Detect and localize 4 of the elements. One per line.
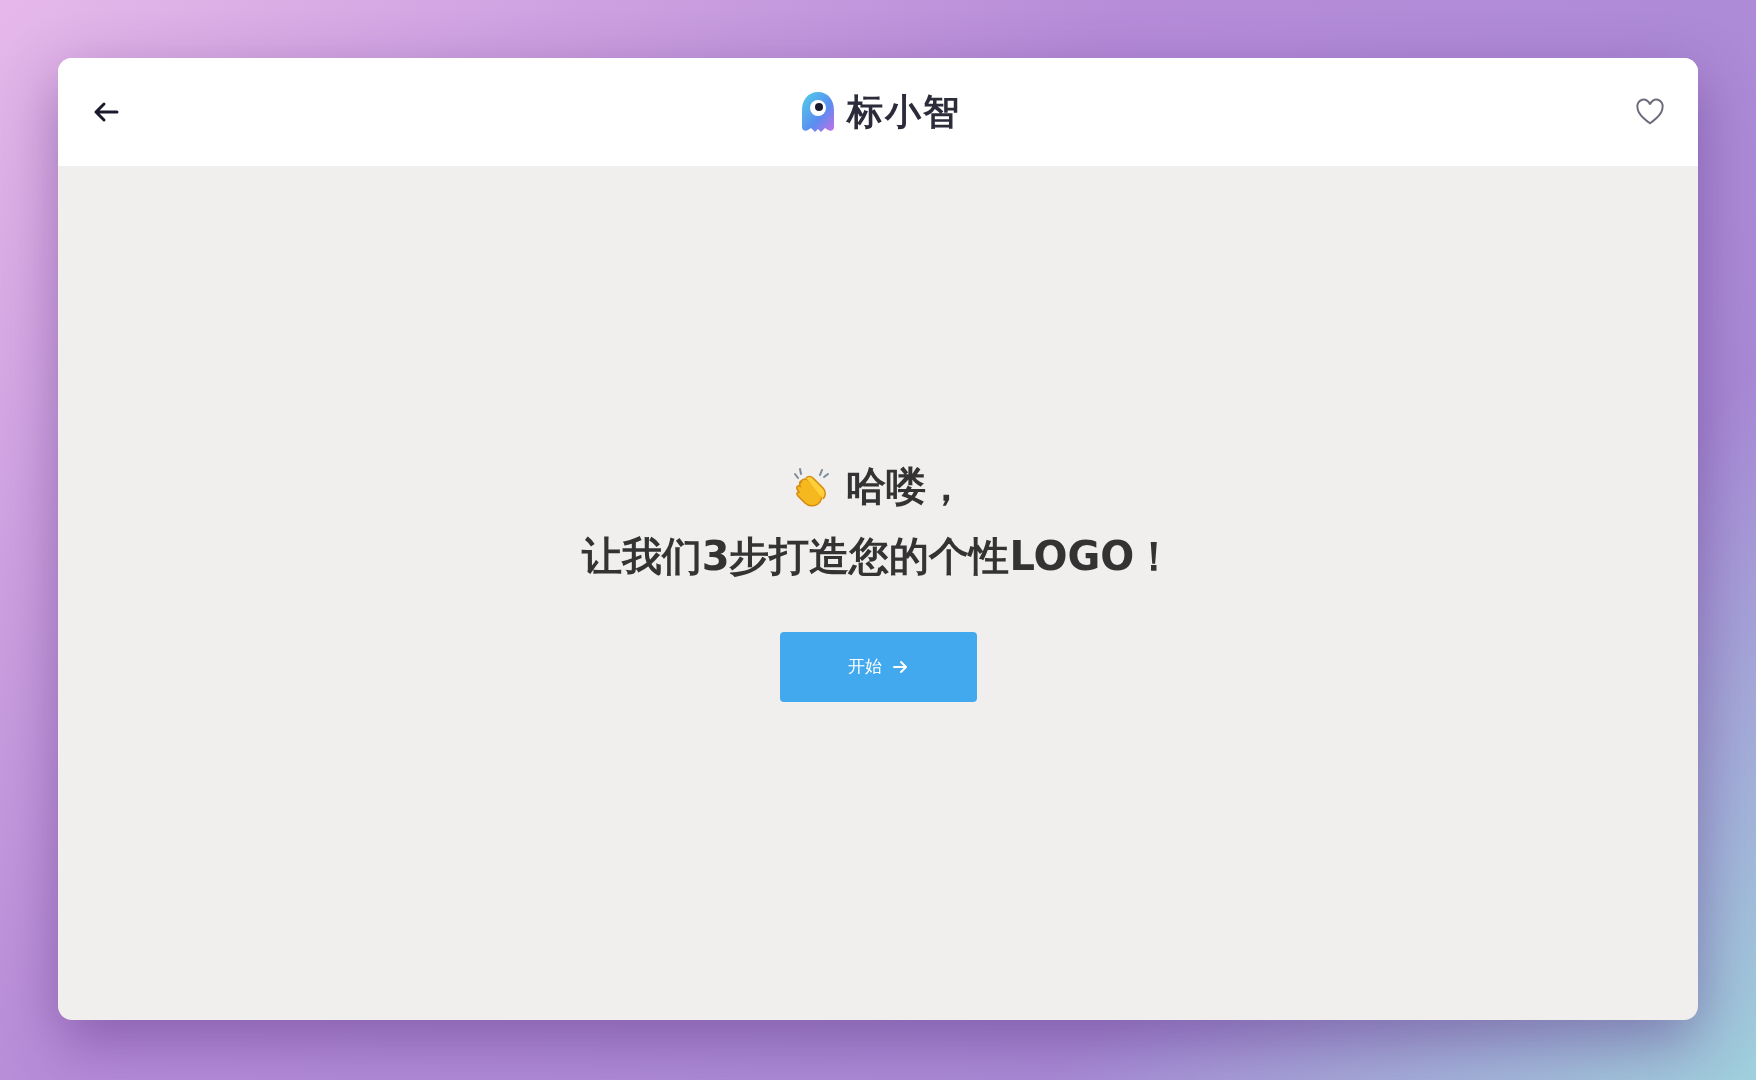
brand-name: 标小智 <box>847 90 961 134</box>
greeting-text: 哈喽， <box>846 462 966 511</box>
headline-text: 让我们3步打造您的个性LOGO！ <box>581 532 1175 581</box>
start-button[interactable]: 开始 <box>779 632 977 702</box>
